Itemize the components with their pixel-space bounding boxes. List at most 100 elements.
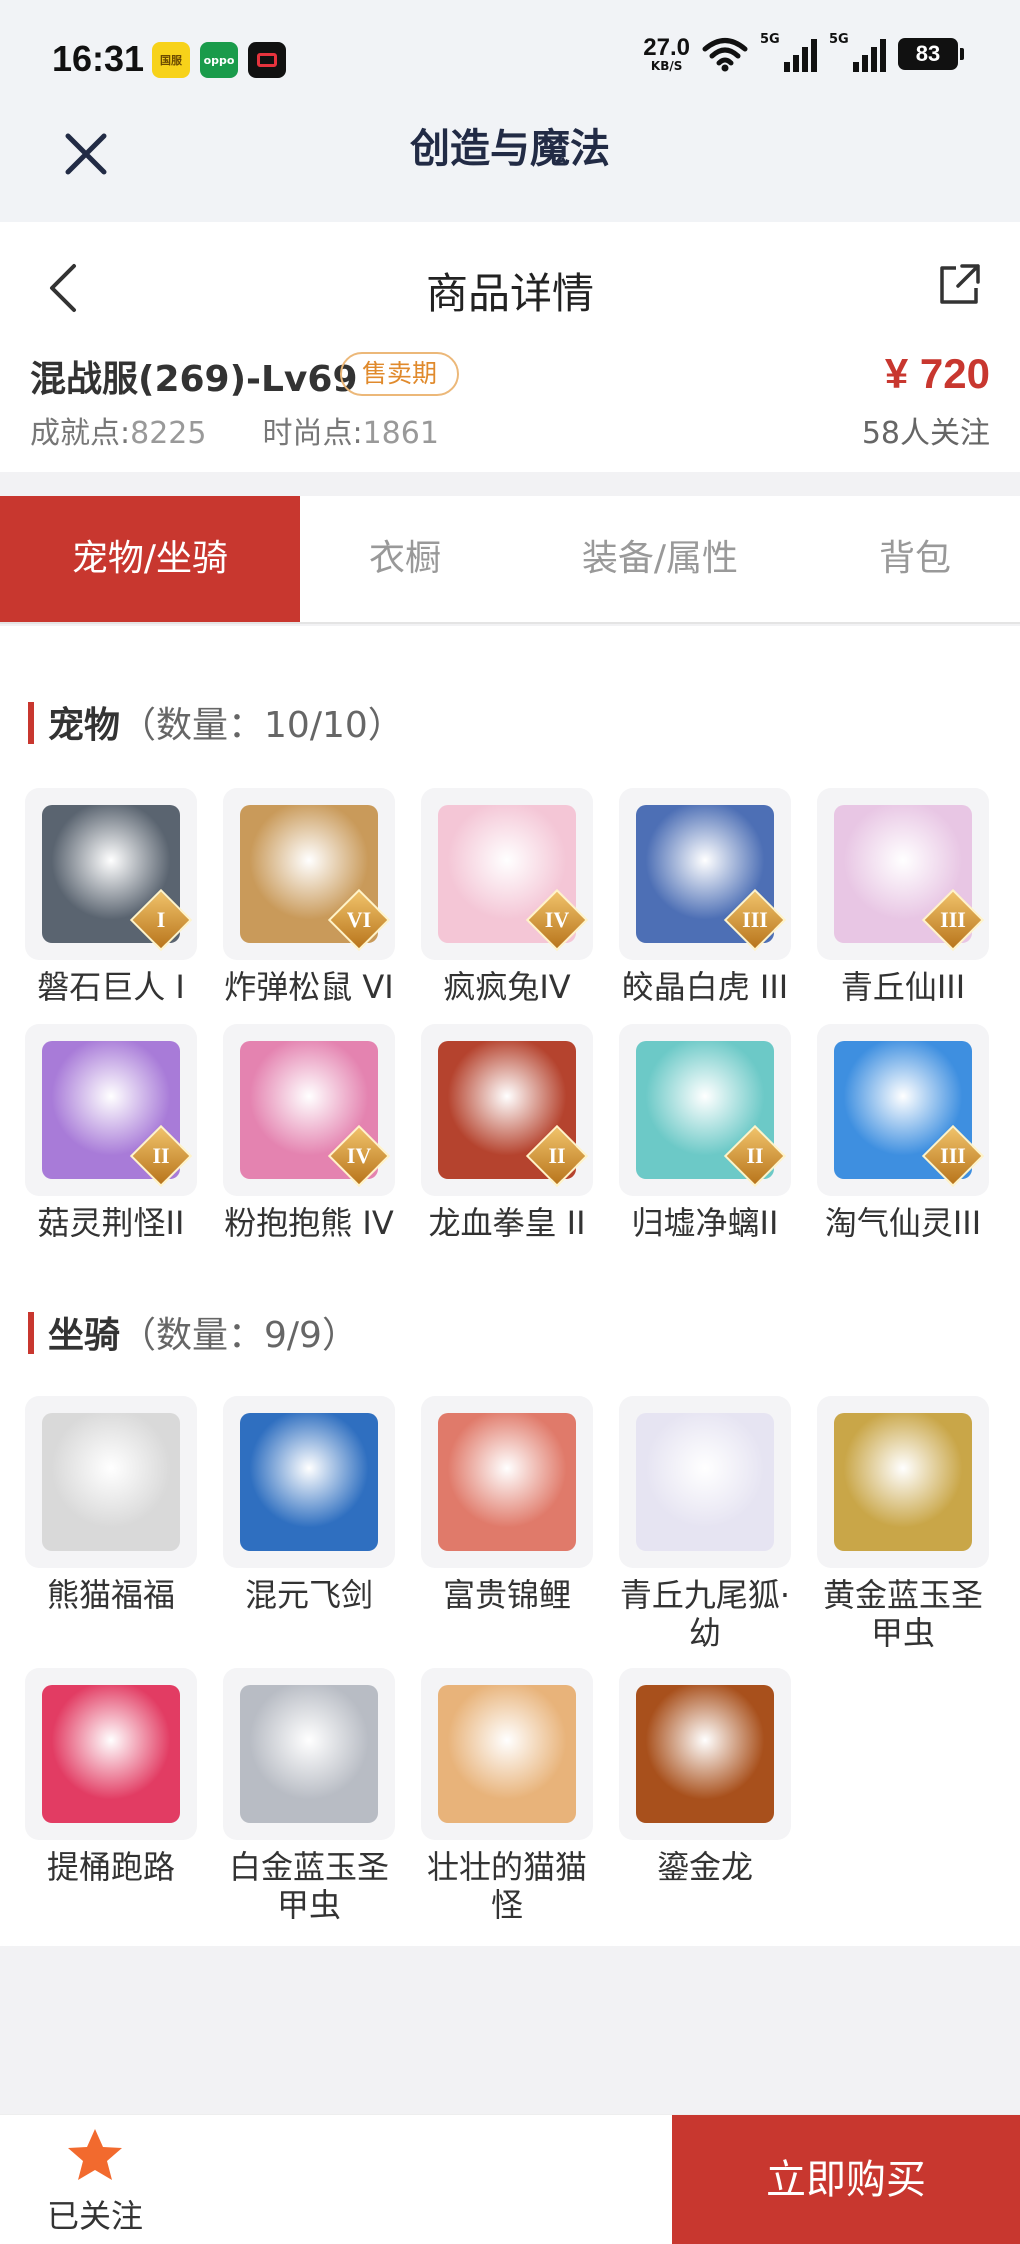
pet-name: 疯疯兔IV (443, 968, 571, 1006)
mount-item[interactable]: 鎏金龙 (606, 1668, 804, 1886)
battery-icon: 83 (898, 38, 964, 70)
mount-image (42, 1413, 180, 1551)
price: ¥ 720 (884, 350, 990, 397)
achievement-value: 8225 (130, 416, 207, 451)
oppo-app-icon: oppo (200, 42, 238, 78)
page-title: 商品详情 (425, 269, 594, 318)
wifi-icon (702, 38, 748, 72)
pet-name: 归墟净螭II (631, 1204, 779, 1242)
pet-thumbnail: VI (223, 788, 395, 960)
pet-item[interactable]: IV 粉抱抱熊 IV (210, 1024, 408, 1242)
bottom-bar: 已关注 立即购买 (0, 2114, 1020, 2244)
pet-name: 磐石巨人 I (37, 968, 185, 1006)
pet-name: 淘气仙灵III (824, 1204, 982, 1242)
mount-thumbnail (421, 1396, 593, 1568)
pet-name: 青丘仙III (840, 968, 966, 1006)
pet-name: 龙血拳皇 II (428, 1204, 586, 1242)
pet-thumbnail: II (619, 1024, 791, 1196)
mount-item[interactable]: 熊猫福福 (12, 1396, 210, 1614)
pet-item[interactable]: III 青丘仙III (804, 788, 1002, 1006)
mount-name: 壮壮的猫猫怪 (426, 1848, 587, 1924)
signal-icon: 5G (760, 32, 817, 72)
clock: 16:31 (52, 38, 145, 79)
pet-thumbnail: II (421, 1024, 593, 1196)
app-header: 创造与魔法 (0, 118, 1020, 222)
mount-image (834, 1413, 972, 1551)
pet-name: 菇灵荆怪II (37, 1204, 185, 1242)
pet-name: 粉抱抱熊 IV (224, 1204, 394, 1242)
pets-section-title: 宠物（数量：10/10） (28, 696, 404, 748)
mount-image (636, 1685, 774, 1823)
status-bar: 16:31 国服 oppo 27.0 KB/S 5G 5G 83 (0, 0, 1020, 118)
pet-item[interactable]: II 龙血拳皇 II (408, 1024, 606, 1242)
mount-item[interactable]: 壮壮的猫猫怪 (408, 1668, 606, 1924)
pet-thumbnail: III (817, 1024, 989, 1196)
pet-item[interactable]: I 磐石巨人 I (12, 788, 210, 1006)
mount-item[interactable]: 提桶跑路 (12, 1668, 210, 1886)
app-title: 创造与魔法 (410, 126, 610, 172)
pet-item[interactable]: IV 疯疯兔IV (408, 788, 606, 1006)
tab-backpack[interactable]: 背包 (810, 496, 1020, 622)
fashion-label: 时尚点: (262, 416, 363, 451)
mount-name: 混元飞剑 (244, 1576, 373, 1614)
mini-game-app-icon: 国服 (152, 42, 190, 78)
mount-name: 熊猫福福 (46, 1576, 175, 1614)
pet-item[interactable]: III 淘气仙灵III (804, 1024, 1002, 1242)
achievement-label: 成就点: (30, 416, 131, 451)
pet-item[interactable]: II 菇灵荆怪II (12, 1024, 210, 1242)
mount-thumbnail (25, 1668, 197, 1840)
notification-icons: 国服 oppo (152, 42, 286, 78)
fashion-value: 1861 (362, 416, 439, 451)
share-icon[interactable] (934, 260, 984, 310)
pet-thumbnail: II (25, 1024, 197, 1196)
mount-thumbnail (25, 1396, 197, 1568)
pet-thumbnail: IV (223, 1024, 395, 1196)
mount-thumbnail (421, 1668, 593, 1840)
network-speed: 27.0 KB/S (643, 34, 690, 73)
mount-thumbnail (223, 1396, 395, 1568)
main-content: 宠物（数量：10/10） I 磐石巨人 I VI 炸弹松鼠 VI IV 疯疯兔IV III 皎… (0, 626, 1020, 1946)
pet-item[interactable]: II 归墟净螭II (606, 1024, 804, 1242)
pet-item[interactable]: III 皎晶白虎 III (606, 788, 804, 1006)
pet-thumbnail: IV (421, 788, 593, 960)
mount-thumbnail (817, 1396, 989, 1568)
buy-now-button[interactable]: 立即购买 (672, 2115, 1020, 2244)
pet-thumbnail: III (619, 788, 791, 960)
mount-thumbnail (619, 1396, 791, 1568)
mount-image (636, 1413, 774, 1551)
pet-thumbnail: I (25, 788, 197, 960)
mount-name: 黄金蓝玉圣甲虫 (822, 1576, 983, 1652)
mount-image (240, 1413, 378, 1551)
video-recorder-icon (248, 42, 286, 78)
mount-item[interactable]: 白金蓝玉圣甲虫 (210, 1668, 408, 1924)
mount-name: 白金蓝玉圣甲虫 (228, 1848, 389, 1924)
status-badge: 售卖期 (340, 352, 460, 396)
mount-name: 鎏金龙 (656, 1848, 753, 1886)
mount-image (438, 1685, 576, 1823)
mount-thumbnail (223, 1668, 395, 1840)
tab-equipment[interactable]: 装备/属性 (510, 496, 810, 622)
mount-item[interactable]: 富贵锦鲤 (408, 1396, 606, 1614)
tab-pets-mounts[interactable]: 宠物/坐骑 (0, 496, 300, 622)
follow-label: 已关注 (46, 2197, 143, 2235)
pet-item[interactable]: VI 炸弹松鼠 VI (210, 788, 408, 1006)
product-header: 商品详情 混战服(269)-Lv69 售卖期 ¥ 720 成就点:8225 时尚点… (0, 222, 1020, 472)
pet-name: 炸弹松鼠 VI (224, 968, 394, 1006)
follower-count: 58人关注 (861, 416, 990, 451)
mount-item[interactable]: 青丘九尾狐·幼 (606, 1396, 804, 1652)
mount-image (42, 1685, 180, 1823)
mount-name: 提桶跑路 (46, 1848, 175, 1886)
star-icon (68, 2129, 122, 2180)
mount-image (438, 1413, 576, 1551)
product-name: 混战服(269)-Lv69 (30, 359, 358, 400)
mounts-section-title: 坐骑（数量：9/9） (28, 1306, 358, 1358)
tab-wardrobe[interactable]: 衣橱 (300, 496, 510, 622)
pet-name: 皎晶白虎 III (621, 968, 789, 1006)
mount-item[interactable]: 混元飞剑 (210, 1396, 408, 1614)
mount-thumbnail (619, 1668, 791, 1840)
signal-icon: 5G (829, 32, 886, 72)
tab-bar: 宠物/坐骑 衣橱 装备/属性 背包 (0, 496, 1020, 624)
mount-item[interactable]: 黄金蓝玉圣甲虫 (804, 1396, 1002, 1652)
follow-button[interactable]: 已关注 (30, 2127, 160, 2237)
mount-name: 富贵锦鲤 (442, 1576, 571, 1614)
